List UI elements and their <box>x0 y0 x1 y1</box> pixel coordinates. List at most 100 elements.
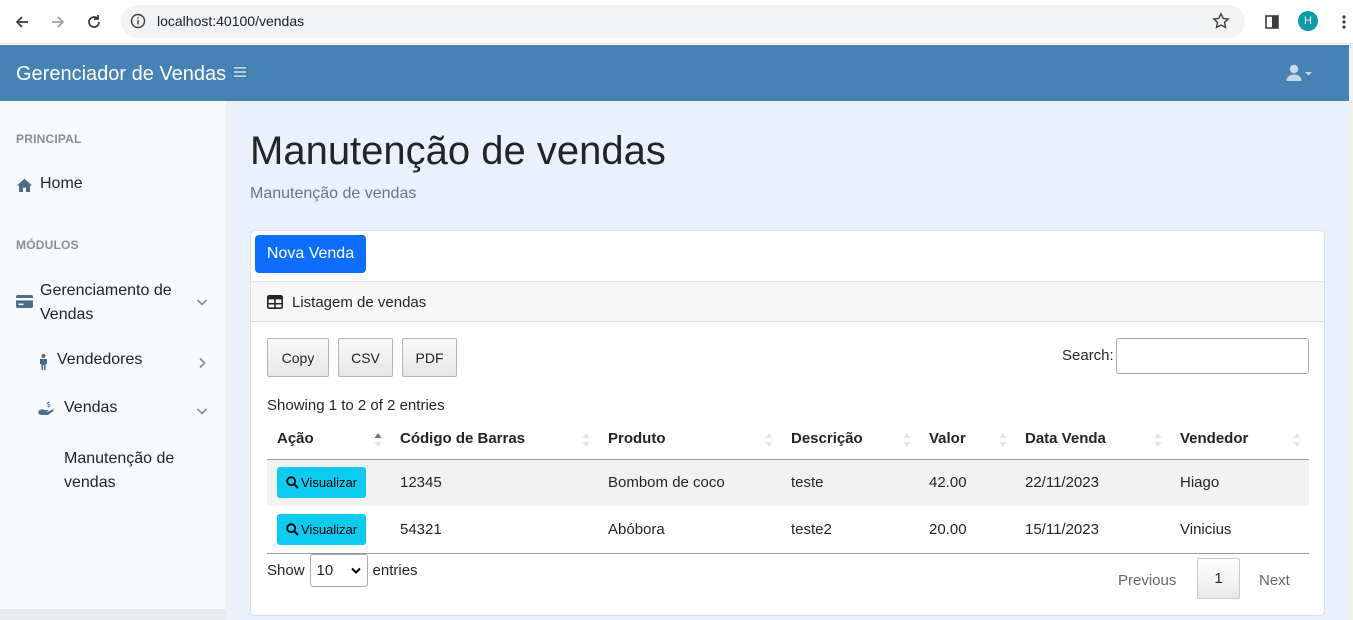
sidebar-item-vendedores[interactable]: Vendedores <box>0 350 226 374</box>
column-header-label: Data Venda <box>1025 430 1106 448</box>
sidebar-item-label-line2: vendas <box>64 474 116 491</box>
search-icon <box>286 476 299 489</box>
sidebar-item-label: Vendedores <box>57 351 143 368</box>
card-header: Listagem de vendas <box>251 281 1324 322</box>
url-text: localhost:40100/vendas <box>157 13 305 29</box>
chevron-down-icon <box>350 567 361 574</box>
svg-text:$: $ <box>46 400 51 409</box>
column-header-valor[interactable]: Valor <box>919 419 1015 460</box>
pagination-previous[interactable]: Previous <box>1118 572 1176 589</box>
csv-button[interactable]: CSV <box>338 338 393 377</box>
column-header-data-venda[interactable]: Data Venda <box>1015 419 1170 460</box>
sidebar: PRINCIPAL Home MÓDULOS Gerenciamento de … <box>0 101 226 609</box>
hand-holding-dollar-icon: $ <box>38 400 56 416</box>
user-menu-button[interactable] <box>1286 64 1318 84</box>
sidebar-item-label-line1: Manutenção de <box>64 450 175 467</box>
home-icon <box>16 177 33 193</box>
site-info-icon[interactable] <box>129 12 147 30</box>
table-cell: 15/11/2023 <box>1015 506 1170 554</box>
table-cell-action: Visualizar <box>267 506 390 554</box>
app-navbar: Gerenciador de Vendas <box>0 45 1353 101</box>
pagination-page-1[interactable]: 1 <box>1197 558 1240 599</box>
table-cell: teste2 <box>781 506 919 554</box>
credit-card-icon <box>16 294 33 308</box>
sort-icon <box>903 432 911 448</box>
sidebar-item-label-line1: Gerenciamento de <box>40 282 172 299</box>
column-header-label: Produto <box>608 430 666 448</box>
table-cell-action: Visualizar <box>267 459 390 506</box>
browser-toolbar: localhost:40100/vendas H <box>0 0 1353 44</box>
table-cell: teste <box>781 459 919 506</box>
new-sale-button[interactable]: Nova Venda <box>255 235 366 273</box>
column-header-produto[interactable]: Produto <box>598 419 781 460</box>
pagination-next[interactable]: Next <box>1259 572 1290 589</box>
copy-button[interactable]: Copy <box>267 338 329 377</box>
back-icon[interactable] <box>9 9 35 35</box>
column-header-label: Código de Barras <box>400 430 526 448</box>
chevron-right-icon <box>196 356 208 369</box>
page-title: Manutenção de vendas <box>250 129 666 173</box>
table-cell: Hiago <box>1170 459 1309 506</box>
person-icon <box>38 353 48 370</box>
column-header-descricao[interactable]: Descrição <box>781 419 919 460</box>
sidebar-item-vendas[interactable]: $ Vendas <box>0 398 226 422</box>
pdf-button[interactable]: PDF <box>402 338 457 377</box>
page-length-select[interactable]: 10 <box>309 554 368 587</box>
search-label: Search: <box>1062 347 1114 364</box>
reload-icon[interactable] <box>81 9 107 35</box>
sidebar-item-label: Manutenção de vendas <box>64 447 174 495</box>
sidebar-item-label: Gerenciamento de Vendas <box>40 279 172 327</box>
sales-table: Ação Código de Barras Produto Descrição <box>267 419 1309 554</box>
search-input[interactable] <box>1116 338 1309 374</box>
table-info: Showing 1 to 2 of 2 entries <box>267 397 445 414</box>
side-panel-icon[interactable] <box>1259 9 1285 35</box>
column-header-vendedor[interactable]: Vendedor <box>1170 419 1309 460</box>
card-header-title: Listagem de vendas <box>292 294 427 311</box>
table-cell: Bombom de coco <box>598 459 781 506</box>
table-cell: 20.00 <box>919 506 1015 554</box>
profile-avatar[interactable]: H <box>1298 11 1318 31</box>
main-content: Manutenção de vendas Manutenção de venda… <box>226 101 1353 620</box>
bookmark-star-icon[interactable] <box>1211 11 1231 31</box>
table-icon <box>267 295 283 309</box>
page-length-control: Show 10 entries <box>267 554 418 587</box>
sidebar-heading-modulos: MÓDULOS <box>16 238 79 252</box>
table-header-row: Ação Código de Barras Produto Descrição <box>267 419 1309 460</box>
sidebar-item-label-line2: Vendas <box>40 306 94 323</box>
table-cell: 42.00 <box>919 459 1015 506</box>
sidebar-item-gerenciamento[interactable]: Gerenciamento de Vendas <box>0 278 226 326</box>
page-length-suffix: entries <box>372 562 418 579</box>
page-length-value: 10 <box>316 562 334 579</box>
forward-icon[interactable] <box>45 9 71 35</box>
sort-icon <box>1293 432 1301 448</box>
table-cell: Vinicius <box>1170 506 1309 554</box>
sort-icon <box>1154 432 1162 448</box>
page-length-prefix: Show <box>267 562 305 579</box>
column-header-acao[interactable]: Ação <box>267 419 390 460</box>
sidebar-item-manutencao-vendas[interactable]: Manutenção de vendas <box>0 446 226 494</box>
table-cell: Abóbora <box>598 506 781 554</box>
sidebar-footer <box>0 609 226 620</box>
sort-ascending-icon <box>374 432 382 448</box>
sidebar-item-label: Vendas <box>64 399 118 416</box>
user-icon <box>1286 64 1312 81</box>
sort-icon <box>999 432 1007 448</box>
view-button[interactable]: Visualizar <box>277 467 367 499</box>
table-cell: 12345 <box>390 459 598 506</box>
sidebar-item-home[interactable]: Home <box>0 174 226 198</box>
search-icon <box>286 523 299 536</box>
view-button[interactable]: Visualizar <box>277 513 367 545</box>
column-header-codigo-barras[interactable]: Código de Barras <box>390 419 598 460</box>
page-scrollbar[interactable] <box>1349 45 1353 620</box>
sidebar-toggle-icon[interactable] <box>233 65 247 79</box>
table-cell: 54321 <box>390 506 598 554</box>
sort-icon <box>582 432 590 448</box>
sort-icon <box>765 432 773 448</box>
breadcrumb: Manutenção de vendas <box>250 185 417 202</box>
brand-title[interactable]: Gerenciador de Vendas <box>16 63 226 86</box>
browser-menu-icon[interactable] <box>1331 9 1353 35</box>
address-bar[interactable]: localhost:40100/vendas <box>121 5 1245 38</box>
sidebar-item-label: Home <box>40 175 83 192</box>
column-header-label: Ação <box>277 430 314 448</box>
table-row: Visualizar 12345 Bombom de coco teste 42… <box>267 459 1309 506</box>
